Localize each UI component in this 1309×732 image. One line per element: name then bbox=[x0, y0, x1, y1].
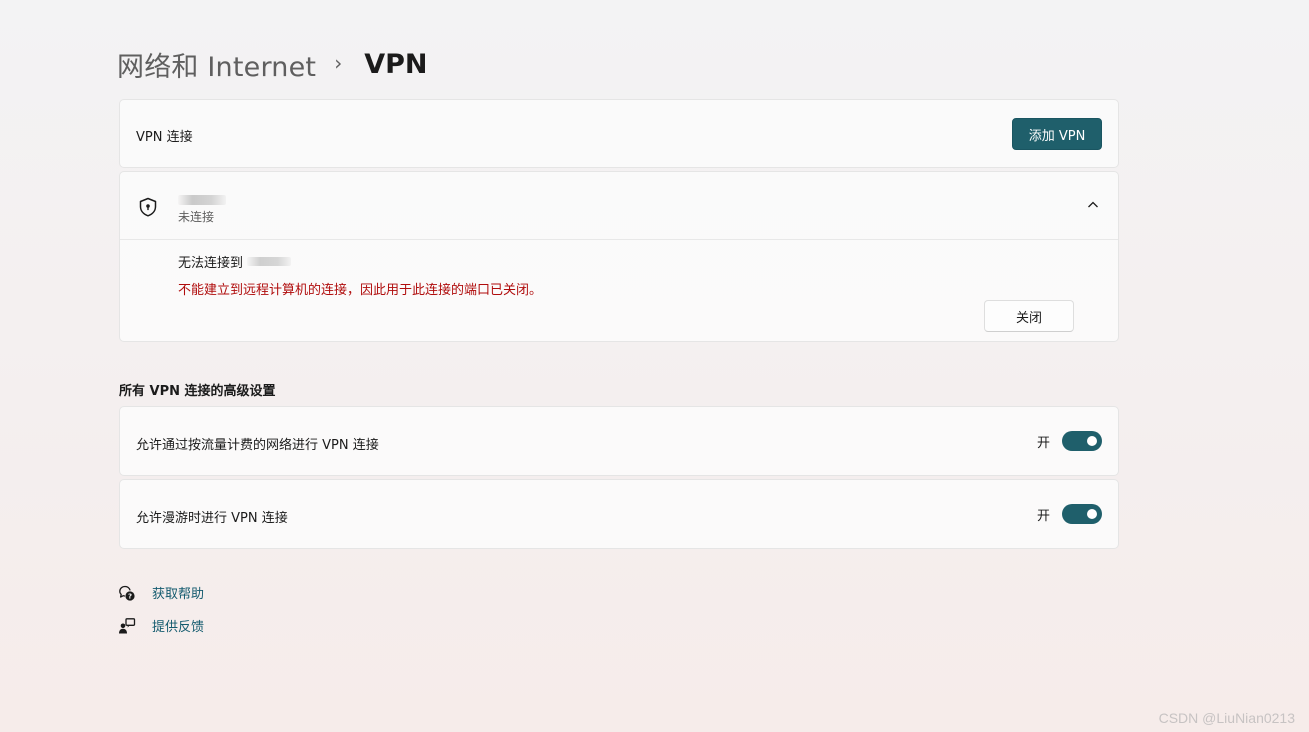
breadcrumb: 网络和 Internet › VPN bbox=[117, 44, 427, 84]
advanced-settings-title: 所有 VPN 连接的高级设置 bbox=[119, 384, 276, 399]
vpn-connections-label: VPN 连接 bbox=[136, 130, 193, 145]
setting-roaming-state: 开 bbox=[1036, 508, 1050, 524]
setting-metered-row: 允许通过按流量计费的网络进行 VPN 连接 开 bbox=[119, 406, 1119, 476]
error-target-redacted bbox=[247, 257, 292, 266]
svg-text:?: ? bbox=[128, 592, 132, 600]
close-button[interactable]: 关闭 bbox=[984, 300, 1074, 332]
breadcrumb-parent[interactable]: 网络和 Internet bbox=[117, 45, 316, 84]
add-vpn-button[interactable]: 添加 VPN bbox=[1012, 118, 1102, 150]
help-link-row[interactable]: ? 获取帮助 bbox=[118, 583, 204, 602]
setting-roaming-toggle-wrap: 开 bbox=[1037, 504, 1102, 524]
setting-metered-label: 允许通过按流量计费的网络进行 VPN 连接 bbox=[136, 438, 379, 453]
vpn-status: 未连接 bbox=[178, 210, 215, 224]
breadcrumb-separator-icon: › bbox=[334, 51, 343, 75]
vpn-connections-card: VPN 连接 添加 VPN bbox=[119, 99, 1119, 168]
feedback-icon bbox=[119, 617, 136, 633]
vpn-item-card: 未连接 无法连接到 不能建立到远程计算机的连接，因此用于此连接的端口已关闭。 关… bbox=[119, 171, 1119, 342]
setting-metered-toggle-wrap: 开 bbox=[1037, 431, 1102, 451]
help-link[interactable]: 获取帮助 bbox=[152, 583, 204, 602]
help-icon: ? bbox=[119, 585, 135, 601]
metered-toggle[interactable] bbox=[1062, 431, 1102, 451]
feedback-link-row[interactable]: 提供反馈 bbox=[118, 616, 204, 635]
feedback-link[interactable]: 提供反馈 bbox=[152, 616, 204, 635]
vpn-name-redacted bbox=[178, 195, 226, 205]
shield-lock-icon bbox=[139, 197, 157, 217]
vpn-item-header[interactable]: 未连接 bbox=[120, 172, 1118, 240]
watermark: CSDN @LiuNian0213 bbox=[1158, 710, 1295, 726]
chevron-up-icon[interactable] bbox=[1086, 198, 1100, 212]
setting-metered-state: 开 bbox=[1036, 435, 1050, 451]
error-title: 无法连接到 bbox=[178, 252, 292, 271]
page-title: VPN bbox=[364, 48, 428, 80]
setting-roaming-row: 允许漫游时进行 VPN 连接 开 bbox=[119, 479, 1119, 549]
error-message: 不能建立到远程计算机的连接，因此用于此连接的端口已关闭。 bbox=[178, 283, 543, 298]
setting-roaming-label: 允许漫游时进行 VPN 连接 bbox=[136, 511, 288, 526]
roaming-toggle[interactable] bbox=[1062, 504, 1102, 524]
error-title-text: 无法连接到 bbox=[178, 256, 244, 271]
